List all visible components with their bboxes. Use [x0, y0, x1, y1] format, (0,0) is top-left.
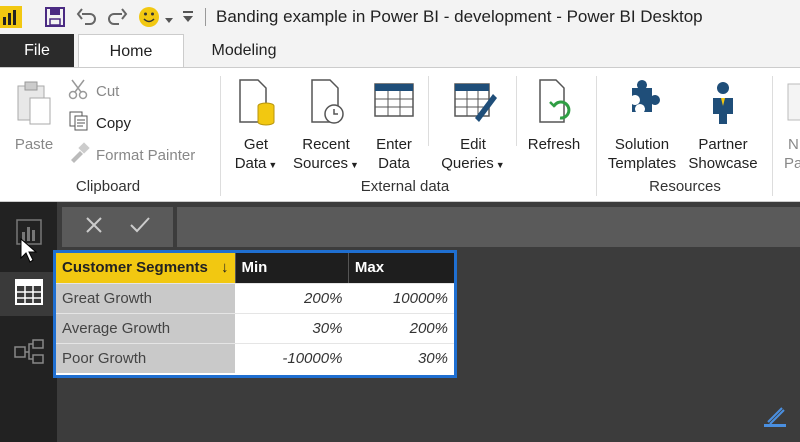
cut-button[interactable]: Cut [68, 78, 119, 104]
recent-sources-button[interactable]: Recent Sources ▼ [290, 76, 362, 175]
undo-icon[interactable] [76, 6, 98, 33]
partner-person-icon [701, 82, 745, 134]
table-cell[interactable]: 30% [235, 313, 349, 344]
column-header-label: Customer Segments [62, 259, 208, 277]
get-data-label-1: Get [243, 136, 269, 153]
cut-label: Cut [96, 82, 120, 100]
get-data-icon [236, 79, 276, 134]
chevron-down-icon[interactable] [164, 12, 174, 30]
table-row[interactable]: Average Growth 30% 200% [56, 313, 454, 344]
copy-label: Copy [96, 114, 132, 132]
overflow-button[interactable]: N Pa [782, 76, 800, 173]
paintbrush-icon [68, 142, 90, 168]
table-cell[interactable]: 10000% [348, 283, 454, 314]
paste-icon [14, 81, 54, 134]
group-separator [516, 76, 517, 146]
get-data-button[interactable]: Get Data ▼ [228, 76, 284, 175]
relationships-icon [13, 338, 44, 370]
table-cell[interactable]: 200% [348, 313, 454, 344]
formula-input[interactable] [177, 207, 800, 247]
table-header-row: Customer Segments ↓ Min Max [56, 253, 454, 284]
get-data-label-2: Data [234, 155, 267, 172]
title-bar: Banding example in Power BI - developmen… [0, 0, 800, 34]
column-header-max[interactable]: Max [348, 253, 454, 284]
partner-showcase-label-2: Showcase [688, 155, 758, 172]
solution-templates-label-1: Solution [614, 136, 670, 153]
watermark-logo-icon [760, 402, 790, 437]
external-data-group-label: External data [360, 178, 450, 195]
power-bi-logo-icon [0, 6, 22, 33]
table-cell[interactable]: Poor Growth [56, 343, 235, 373]
refresh-icon [534, 79, 574, 134]
format-painter-button[interactable]: Format Painter [68, 142, 195, 168]
refresh-button[interactable]: Refresh [522, 76, 586, 154]
edit-queries-button[interactable]: Edit Queries ▼ [436, 76, 510, 175]
table-cell[interactable]: Average Growth [56, 313, 235, 344]
format-painter-label: Format Painter [96, 146, 196, 164]
save-icon[interactable] [44, 6, 66, 33]
caret-down-icon: ▼ [350, 160, 359, 170]
close-icon[interactable] [84, 215, 104, 240]
check-icon[interactable] [129, 215, 151, 240]
recent-sources-icon [306, 79, 346, 134]
group-separator [596, 76, 597, 196]
group-separator [220, 76, 221, 196]
table-row[interactable]: Great Growth 200% 10000% [56, 283, 454, 314]
scissors-icon [68, 78, 90, 104]
overflow-label-2: Pa [784, 155, 800, 172]
solution-templates-label-2: Templates [607, 155, 677, 172]
paste-label: Paste [14, 136, 54, 153]
copy-button[interactable]: Copy [68, 110, 131, 136]
title-separator [205, 8, 206, 26]
partner-showcase-label-1: Partner [698, 136, 748, 153]
edit-queries-label-1: Edit [460, 136, 486, 153]
puzzle-piece-icon [618, 80, 666, 134]
caret-down-icon: ▼ [495, 160, 505, 170]
formula-bar [57, 202, 800, 250]
resources-group-label: Resources [649, 178, 721, 195]
table-icon [372, 83, 416, 134]
table-cell[interactable]: -10000% [235, 343, 348, 373]
column-header-customer-segments[interactable]: Customer Segments ↓ [56, 253, 236, 284]
window-title: Banding example in Power BI - developmen… [216, 7, 703, 26]
nav-data-view[interactable] [0, 272, 57, 316]
enter-data-label-1: Enter [376, 136, 412, 153]
tab-home[interactable]: Home [78, 34, 184, 68]
refresh-label: Refresh [527, 136, 581, 153]
smiley-feedback-icon[interactable] [138, 6, 162, 33]
overflow-icon [782, 83, 800, 134]
group-separator [428, 76, 429, 146]
table-cell[interactable]: 200% [235, 283, 349, 314]
tab-modeling[interactable]: Modeling [192, 34, 296, 68]
sort-arrow-icon[interactable]: ↓ [221, 259, 229, 276]
customize-toolbar-icon[interactable] [182, 10, 194, 29]
copy-icon [68, 110, 90, 136]
formula-actions [62, 207, 173, 247]
recent-sources-label-2: Sources [293, 155, 349, 172]
clipboard-group-label: Clipboard [75, 178, 141, 195]
table-grid-icon [14, 278, 43, 310]
edit-queries-label-2: Queries [441, 155, 494, 172]
enter-data-label-2: Data [378, 155, 410, 172]
overflow-label-1: N [788, 136, 799, 153]
solution-templates-button[interactable]: Solution Templates [604, 76, 680, 173]
table-cell[interactable]: Great Growth [56, 283, 235, 314]
column-header-min[interactable]: Min [235, 253, 349, 284]
partner-showcase-button[interactable]: Partner Showcase [684, 76, 762, 173]
redo-icon[interactable] [106, 6, 128, 33]
caret-down-icon: ▼ [268, 160, 278, 170]
ribbon-tab-bar: File Home Modeling [0, 34, 800, 68]
table-cell[interactable]: 30% [348, 343, 454, 373]
enter-data-button[interactable]: Enter Data [368, 76, 420, 173]
group-separator [772, 76, 773, 196]
ribbon: Paste Cut Copy Format Painter Clipboard … [0, 67, 800, 202]
mouse-cursor-icon [20, 237, 38, 269]
data-table: Customer Segments ↓ Min Max Great Growth… [53, 250, 457, 378]
paste-button[interactable]: Paste [10, 80, 58, 154]
table-row[interactable]: Poor Growth -10000% 30% [56, 343, 454, 373]
recent-sources-label-1: Recent [302, 136, 350, 153]
nav-relationships-view[interactable] [0, 332, 57, 376]
tab-file[interactable]: File [0, 34, 74, 68]
edit-queries-icon [449, 83, 497, 134]
